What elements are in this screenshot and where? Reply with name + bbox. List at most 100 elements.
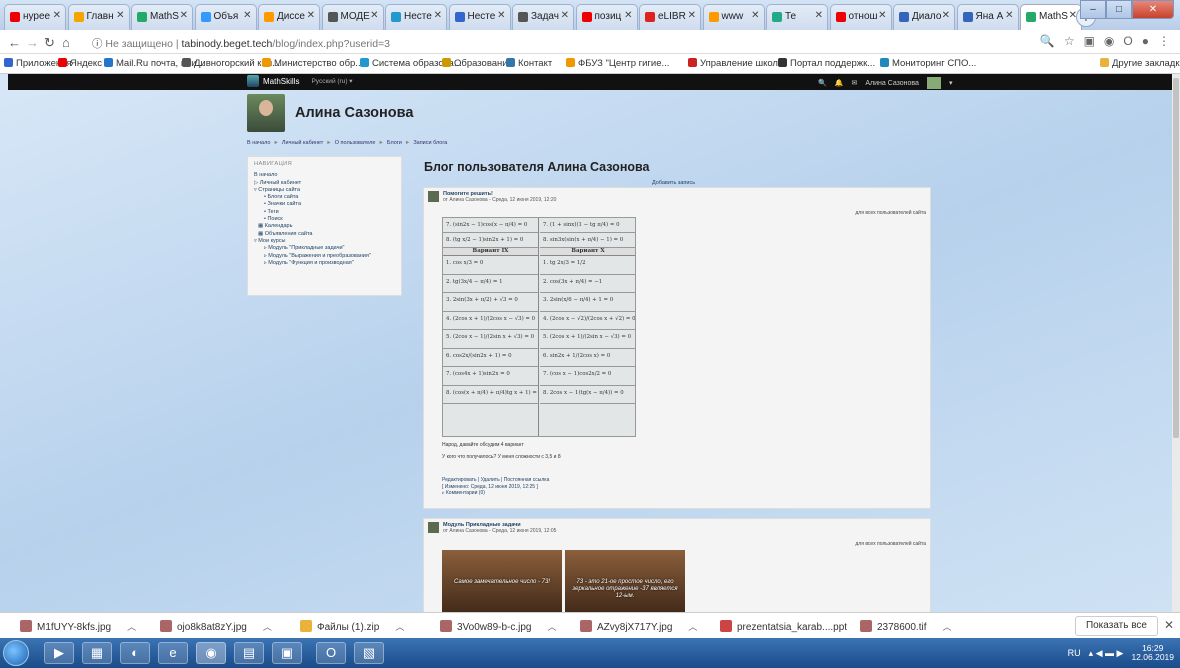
app-icon[interactable]: ▦	[82, 642, 112, 664]
bookmark-item[interactable]: Портал поддержк...	[778, 58, 875, 69]
tray-icons[interactable]: ▴ ◀ ▬ ▶	[1089, 648, 1124, 659]
video-still-image[interactable]: 73 - это 21-ое простое число, его зеркал…	[565, 550, 685, 612]
browser-tab[interactable]: Несте ✕	[385, 4, 447, 30]
breadcrumb-item[interactable]: В начало	[247, 140, 270, 146]
chevron-up-icon[interactable]: ︿	[395, 622, 404, 632]
avatar[interactable]	[428, 191, 439, 202]
sound-app-icon[interactable]: ◐	[120, 642, 150, 664]
nav-item[interactable]: • Значки сайта	[254, 201, 395, 208]
nav-item[interactable]: ▦ Календарь	[254, 223, 395, 230]
close-icon[interactable]: ✕	[370, 10, 378, 21]
close-icon[interactable]: ✕	[53, 10, 61, 21]
zoom-icon[interactable]: 🔍	[1040, 34, 1055, 48]
bookmark-item[interactable]: Управление школ...	[688, 58, 786, 69]
opera-icon[interactable]: O	[1123, 34, 1132, 48]
messages-icon[interactable]: ✉	[851, 79, 857, 87]
app-icon[interactable]: ▧	[354, 642, 384, 664]
browser-tab[interactable]: MathS ✕	[1020, 4, 1082, 30]
extension-icon-2[interactable]: ◉	[1104, 34, 1114, 48]
close-icon[interactable]: ✕	[307, 10, 315, 21]
browser-tab[interactable]: Объя ✕	[194, 4, 257, 30]
notifications-icon[interactable]: 🔔	[835, 79, 844, 87]
internet-explorer-icon[interactable]: e	[158, 642, 188, 664]
nav-item[interactable]: ▹ Модуль "Прикладные задачи"	[254, 245, 395, 252]
download-item[interactable]: 2378600.tif ︿	[860, 620, 952, 633]
other-bookmarks[interactable]: Другие закладки	[1100, 58, 1180, 69]
nav-item[interactable]: ▹ Модуль "Функция и производная"	[254, 260, 395, 267]
profile-icon[interactable]: ●	[1142, 34, 1149, 48]
nav-item[interactable]: ▿ Мои курсы	[254, 238, 395, 245]
browser-tab[interactable]: Диссе ✕	[258, 4, 320, 30]
close-icon[interactable]: ✕	[942, 10, 950, 21]
close-icon[interactable]: ✕	[688, 10, 696, 21]
reload-icon[interactable]: ↻	[44, 35, 55, 51]
browser-tab[interactable]: нурее ✕	[4, 4, 66, 30]
breadcrumb-item[interactable]: Блоги	[387, 140, 402, 146]
bookmark-item[interactable]: Яндекс	[58, 58, 102, 69]
chevron-up-icon[interactable]: ︿	[688, 622, 697, 632]
close-icon[interactable]: ✕	[751, 10, 759, 21]
close-icon[interactable]: ✕	[561, 10, 569, 21]
forward-icon[interactable]: →	[26, 35, 39, 50]
download-item[interactable]: AZvy8jX717Y.jpg ︿	[580, 620, 697, 633]
minimize-button[interactable]: –	[1080, 0, 1106, 19]
site-brand[interactable]: MathSkills Русский (ru) ▾	[247, 75, 353, 87]
user-menu[interactable]: Алина Сазонова	[865, 80, 919, 87]
download-item[interactable]: M1fUYY-8kfs.jpg ︿	[20, 620, 136, 633]
url-field[interactable]: ⓘ Не защищено | tabinody.beget.tech/blog…	[92, 36, 390, 51]
browser-tab[interactable]: MathS ✕	[131, 4, 193, 30]
bookmark-item[interactable]: ФБУЗ "Центр гигие...	[566, 58, 669, 69]
close-icon[interactable]: ✕	[1005, 10, 1013, 21]
maximize-button[interactable]: □	[1106, 0, 1132, 19]
download-item[interactable]: Файлы (1).zip ︿	[300, 620, 404, 633]
clock[interactable]: 16:29 12.06.2019	[1131, 644, 1174, 662]
breadcrumb-item[interactable]: Личный кабинет	[282, 140, 323, 146]
language-indicator[interactable]: RU	[1068, 648, 1081, 658]
breadcrumb-item[interactable]: О пользователе	[335, 140, 376, 146]
page-scrollbar[interactable]	[1172, 74, 1180, 612]
bookmark-item[interactable]: Мониторинг СПО...	[880, 58, 976, 69]
breadcrumb-item[interactable]: Записи блога	[413, 140, 447, 146]
bookmark-item[interactable]: Министерство обр...	[262, 58, 363, 69]
search-icon[interactable]: 🔍	[818, 79, 827, 87]
avatar[interactable]	[926, 77, 941, 89]
browser-tab[interactable]: позиц ✕	[575, 4, 638, 30]
chrome-icon[interactable]: ◉	[196, 642, 226, 664]
back-icon[interactable]: ←	[8, 35, 21, 50]
nav-item[interactable]: ▷ Личный кабинет	[254, 180, 395, 187]
close-icon[interactable]: ✕	[815, 10, 823, 21]
nav-item[interactable]: ▹ Модуль "Выражения и преобразования"	[254, 253, 395, 260]
info-icon[interactable]: ⓘ	[92, 38, 103, 50]
close-icon[interactable]: ✕	[624, 10, 632, 21]
browser-tab[interactable]: Диало ✕	[893, 4, 955, 30]
download-item[interactable]: prezentatsia_karab....ppt︿	[720, 620, 872, 633]
browser-tab[interactable]: Те ✕	[766, 4, 828, 30]
chevron-up-icon[interactable]: ︿	[548, 622, 557, 632]
close-icon[interactable]: ✕	[116, 10, 124, 21]
add-entry-link[interactable]: Добавить запись	[652, 180, 695, 186]
user-avatar[interactable]	[247, 94, 285, 132]
file-explorer-icon[interactable]: ▤	[234, 642, 264, 664]
browser-tab[interactable]: eLIBR ✕	[639, 4, 701, 30]
chevron-up-icon[interactable]: ︿	[263, 622, 272, 632]
browser-tab[interactable]: Задач ✕	[512, 4, 574, 30]
nav-item[interactable]: • Поиск	[254, 216, 395, 223]
extension-icon[interactable]: ▣	[1084, 34, 1095, 48]
math-worksheet-image[interactable]: 7. (sin2x − 1)cos(x − π/4) = 0 8. (tg x/2…	[442, 217, 636, 437]
nav-item[interactable]: • Теги	[254, 209, 395, 216]
media-player-icon[interactable]: ▶	[44, 642, 74, 664]
start-button[interactable]	[3, 640, 29, 666]
menu-icon[interactable]: ⋮	[1158, 34, 1170, 48]
bookmark-item[interactable]: Образование	[442, 58, 513, 69]
close-icon[interactable]: ✕	[1164, 618, 1174, 632]
chevron-up-icon[interactable]: ︿	[127, 622, 136, 632]
chevron-down-icon[interactable]: ▾	[949, 79, 953, 87]
close-icon[interactable]: ✕	[434, 10, 442, 21]
avatar[interactable]	[428, 522, 439, 533]
show-all-downloads-button[interactable]: Показать все	[1074, 616, 1158, 636]
browser-tab[interactable]: Главн ✕	[67, 4, 130, 30]
close-icon[interactable]: ✕	[497, 10, 505, 21]
nav-item[interactable]: В начало	[254, 172, 395, 179]
comments-link[interactable]: ▹ Комментарии (0)	[442, 490, 549, 497]
bookmark-item[interactable]: Контакт	[506, 58, 552, 69]
